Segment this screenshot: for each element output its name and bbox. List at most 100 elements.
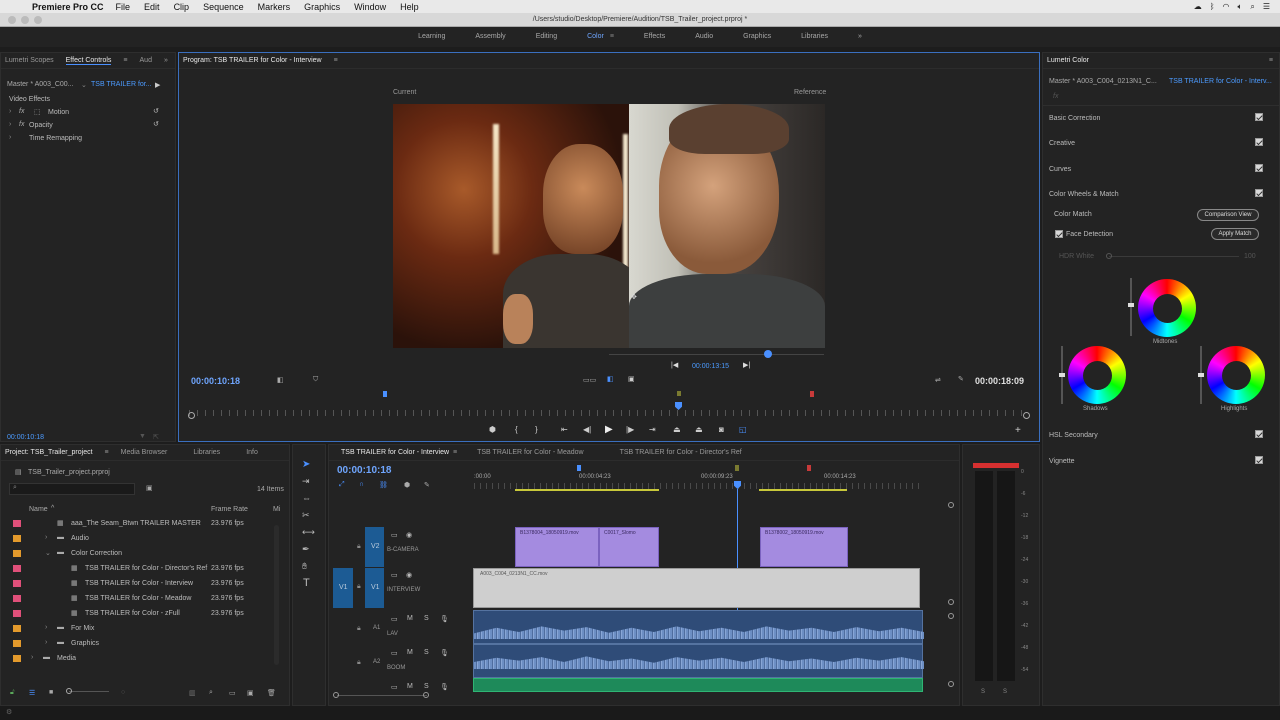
volume-icon[interactable]: 🔈︎ xyxy=(1238,2,1243,12)
basic-correction-checkbox[interactable] xyxy=(1255,113,1263,121)
tab-project[interactable]: Project: TSB_Trailer_project xyxy=(5,449,93,456)
clip-b3[interactable]: B1378002_18050919.mov xyxy=(760,527,848,567)
tab-program[interactable]: Program: TSB TRAILER for Color - Intervi… xyxy=(183,57,322,64)
compare-split-handle-icon[interactable]: ✥ xyxy=(631,293,637,301)
solo-a3-button[interactable]: S xyxy=(424,683,429,690)
disclosure-icon[interactable]: › xyxy=(45,639,47,646)
list-view-icon[interactable]: ☰ xyxy=(29,689,35,697)
project-row[interactable]: ▦ TSB TRAILER for Color - Meadow 23.976 fp… xyxy=(1,591,281,606)
settings-shuffle-icon[interactable]: ⇌ xyxy=(935,376,941,384)
chevron-down-icon[interactable]: ⌄ xyxy=(81,81,87,89)
label-color-swatch[interactable] xyxy=(13,595,21,602)
fx-icon[interactable]: fx xyxy=(19,121,24,128)
snap-icon[interactable]: ∩ xyxy=(359,481,364,488)
marker-red[interactable] xyxy=(810,391,814,397)
fx-icon[interactable]: fx xyxy=(19,108,24,115)
project-row[interactable]: ▦ aaa_The Seam_Btwn TRAILER MASTER 23.976 … xyxy=(1,516,281,531)
menu-window[interactable]: Window xyxy=(354,2,386,12)
project-scrollbar[interactable] xyxy=(274,525,279,665)
menu-list-icon[interactable]: ☰ xyxy=(1263,2,1270,11)
workspace-assembly[interactable]: Assembly xyxy=(460,27,520,47)
button-editor-icon[interactable]: + xyxy=(1015,425,1021,436)
mark-in-icon[interactable]: { xyxy=(515,425,518,434)
voiceover-a1-icon[interactable]: 🎙︎ xyxy=(440,615,449,623)
project-row[interactable]: ▦ TSB TRAILER for Color - zFull 23.976 fps xyxy=(1,606,281,621)
shadows-slider-thumb[interactable] xyxy=(1059,373,1065,377)
highlights-slider-thumb[interactable] xyxy=(1198,373,1204,377)
workspace-overflow-icon[interactable]: » xyxy=(843,27,877,47)
section-hsl-secondary[interactable]: HSL Secondary xyxy=(1049,432,1098,439)
timeline-marker-red[interactable] xyxy=(807,465,811,471)
project-row[interactable]: ▦ TSB TRAILER for Color - Director's Ref 2… xyxy=(1,561,281,576)
effect-time-remapping[interactable]: Time Remapping xyxy=(29,135,82,142)
creative-checkbox[interactable] xyxy=(1255,138,1263,146)
workspace-learning[interactable]: Learning xyxy=(403,27,460,47)
timeline-timecode[interactable]: 00:00:10:18 xyxy=(337,465,391,476)
new-item-icon[interactable]: ▣ xyxy=(247,689,254,697)
lumetri-sequence-clip[interactable]: TSB TRAILER for Color - Interv... xyxy=(1169,78,1272,85)
tab-effect-controls[interactable]: Effect Controls xyxy=(65,57,112,65)
menu-markers[interactable]: Markers xyxy=(258,2,291,12)
mute-a3-button[interactable]: M xyxy=(407,683,413,690)
section-creative[interactable]: Creative xyxy=(1049,140,1075,147)
play-button[interactable]: ▶ xyxy=(605,424,613,435)
label-color-swatch[interactable] xyxy=(13,520,21,527)
tab-lumetri-color[interactable]: Lumetri Color xyxy=(1047,57,1089,64)
clip-audio-music[interactable] xyxy=(473,678,923,692)
project-row[interactable]: › ▬ For Mix xyxy=(1,621,281,636)
close-window-button[interactable] xyxy=(8,16,16,24)
toggle-visibility-v2-icon[interactable]: ◉ xyxy=(406,531,412,539)
track-target-a2[interactable]: A2 xyxy=(373,659,380,665)
step-forward-icon[interactable]: |▶ xyxy=(626,425,634,434)
toggle-visibility-v1-icon[interactable]: ◉ xyxy=(406,571,412,579)
lock-track-v1-icon[interactable]: 🔒︎ xyxy=(357,583,361,591)
section-color-wheels-match[interactable]: Color Wheels & Match xyxy=(1049,191,1119,198)
toggle-sync-lock-v1-icon[interactable]: ▭ xyxy=(391,571,398,579)
apply-match-button[interactable]: Apply Match xyxy=(1211,228,1259,240)
sync-lock-a3-icon[interactable]: ▭ xyxy=(391,683,398,691)
extract-icon[interactable]: ⏏ xyxy=(695,425,703,434)
panel-overflow-icon[interactable]: » xyxy=(164,57,168,64)
label-color-swatch[interactable] xyxy=(13,565,21,572)
menu-graphics[interactable]: Graphics xyxy=(304,2,340,12)
hdr-white-slider-thumb[interactable] xyxy=(1106,253,1112,259)
pen-tool-icon[interactable]: ✒ xyxy=(302,544,310,555)
clip-b1[interactable]: B1378004_18050919.mov xyxy=(515,527,599,567)
marker-yellow[interactable] xyxy=(677,391,681,396)
zoom-window-button[interactable] xyxy=(34,16,42,24)
expand-time-remap-icon[interactable]: › xyxy=(9,134,11,141)
midtones-slider[interactable] xyxy=(1130,278,1132,336)
comparison-view-toggle-icon[interactable]: ◱ xyxy=(739,425,747,434)
solo-right-button[interactable]: S xyxy=(1003,689,1007,695)
face-detection-checkbox[interactable] xyxy=(1055,230,1063,238)
minimize-window-button[interactable] xyxy=(21,16,29,24)
zoom-scroll-left[interactable] xyxy=(333,692,339,698)
label-color-swatch[interactable] xyxy=(13,550,21,557)
effect-controls-timecode[interactable]: 00:00:10:18 xyxy=(7,434,44,441)
menu-sequence[interactable]: Sequence xyxy=(203,2,244,12)
toggle-sync-lock-v2-icon[interactable]: ▭ xyxy=(391,531,398,539)
comparison-side-by-side-icon[interactable]: ▭▭ xyxy=(583,376,596,384)
bluetooth-icon[interactable]: ᛒ xyxy=(1210,2,1215,11)
menu-edit[interactable]: Edit xyxy=(144,2,160,12)
program-timecode[interactable]: 00:00:10:18 xyxy=(191,376,240,386)
label-color-swatch[interactable] xyxy=(13,640,21,647)
wrench-icon[interactable]: ✎ xyxy=(958,375,964,383)
marker-blue[interactable] xyxy=(383,391,387,397)
tab-seq-interview[interactable]: TSB TRAILER for Color - Interview xyxy=(341,449,449,456)
filter-icon[interactable]: ▼ xyxy=(139,433,146,440)
tab-info[interactable]: Info xyxy=(246,449,258,456)
lumetri-master-clip[interactable]: Master * A003_C004_0213N1_C... xyxy=(1049,78,1157,85)
new-bin-from-search-icon[interactable]: ▣ xyxy=(146,484,153,492)
ruler-end-handle[interactable] xyxy=(1023,412,1030,419)
reference-playhead[interactable] xyxy=(764,350,772,358)
panel-menu-icon[interactable]: ≡ xyxy=(123,57,127,64)
panel-menu-icon[interactable]: ≡ xyxy=(105,449,109,456)
app-menu[interactable]: Premiere Pro CC xyxy=(32,2,104,12)
automate-icon[interactable]: ▥ xyxy=(189,689,196,697)
comparison-swap-icon[interactable]: ▣ xyxy=(628,375,635,383)
label-color-swatch[interactable] xyxy=(13,655,21,662)
timeline-marker-blue[interactable] xyxy=(577,465,581,471)
project-row[interactable]: › ▬ Media xyxy=(1,651,281,666)
master-clip-label[interactable]: Master * A003_C00... xyxy=(7,81,74,88)
